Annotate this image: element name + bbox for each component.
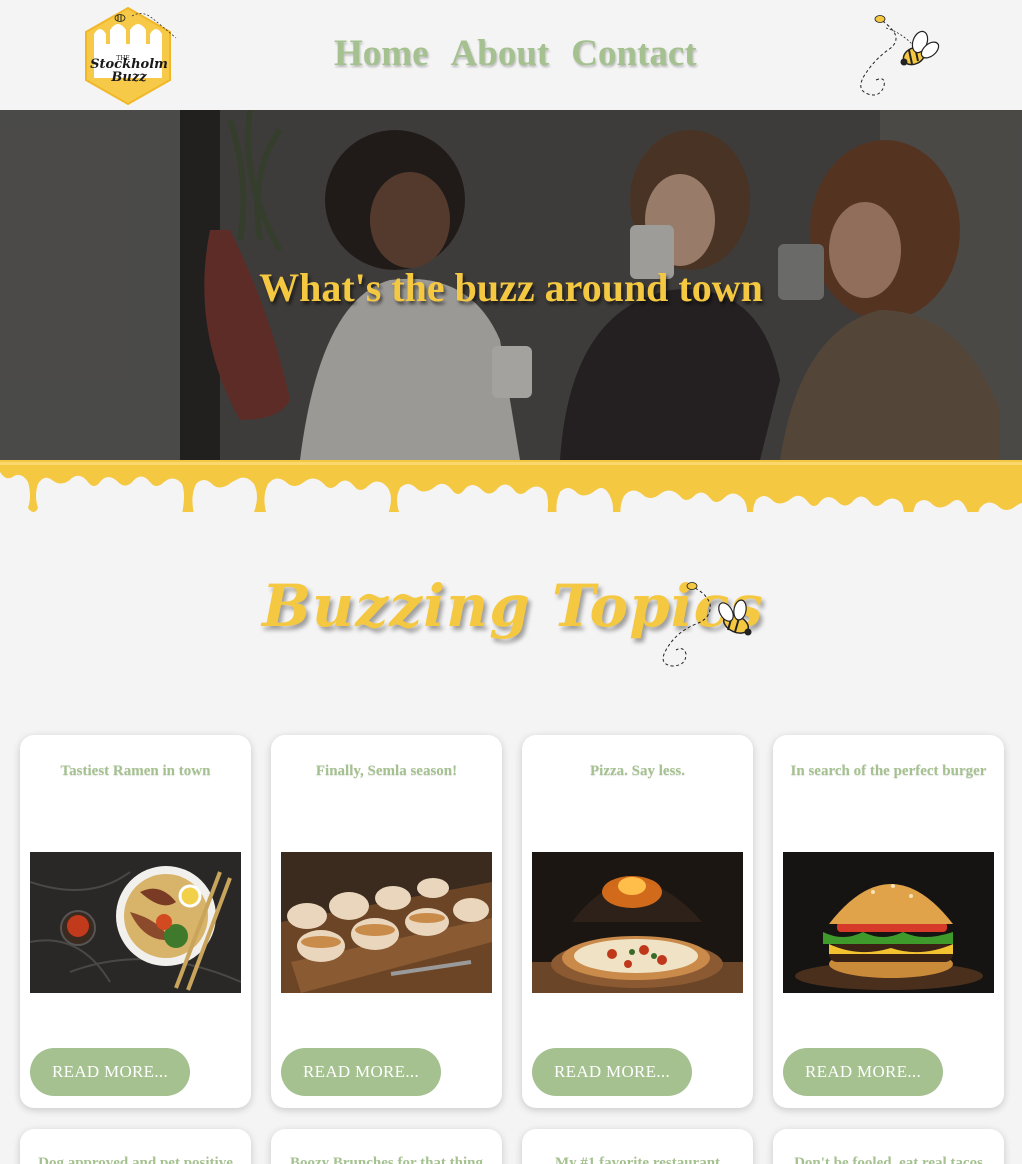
card-title: Boozy Brunches for that thing [289, 1155, 484, 1164]
read-more-button[interactable]: READ MORE... [783, 1048, 943, 1096]
main-nav: Home About Contact [334, 32, 697, 75]
logo-line-2: Buzz [111, 70, 147, 85]
hero-banner: What's the buzz around town [0, 110, 1022, 460]
topic-card: Tastiest Ramen in town READ MORE... [20, 735, 251, 1108]
read-more-button[interactable]: READ MORE... [532, 1048, 692, 1096]
topic-card: Dog approved and pet positive [20, 1129, 251, 1164]
card-title: Tastiest Ramen in town [60, 763, 211, 779]
topic-card: Don't be fooled, eat real tacos [773, 1129, 1004, 1164]
site-header: THE Stockholm Buzz Home About Contact [0, 0, 1022, 110]
card-title: In search of the perfect burger [790, 763, 987, 779]
flying-bee-icon [860, 15, 940, 96]
topic-card: My #1 favorite restaurant [522, 1129, 753, 1164]
flying-bee-icon [662, 582, 752, 667]
pizza-image [532, 852, 743, 993]
card-title: Dog approved and pet positive [38, 1155, 233, 1164]
topic-card: Boozy Brunches for that thing [271, 1129, 502, 1164]
ramen-image [30, 852, 241, 993]
semla-image [281, 852, 492, 993]
read-more-button[interactable]: READ MORE... [30, 1048, 190, 1096]
card-title: Pizza. Say less. [590, 763, 685, 779]
card-title: Finally, Semla season! [315, 763, 458, 779]
card-title: Don't be fooled, eat real tacos [794, 1155, 983, 1164]
topic-card: Finally, Semla season! READ MORE... [271, 735, 502, 1108]
honey-drip-divider [0, 460, 1022, 512]
nav-contact[interactable]: Contact [571, 32, 696, 75]
logo-text: Stockholm Buzz [84, 58, 174, 84]
burger-image [783, 852, 994, 993]
nav-home[interactable]: Home [334, 32, 429, 75]
topic-card: In search of the perfect burger READ MOR… [773, 735, 1004, 1108]
nav-about[interactable]: About [451, 32, 550, 75]
stockholm-buzz-logo[interactable]: THE Stockholm Buzz [80, 4, 180, 106]
card-title: My #1 favorite restaurant [554, 1155, 721, 1164]
read-more-button[interactable]: READ MORE... [281, 1048, 441, 1096]
hero-title: What's the buzz around town [259, 265, 763, 310]
topic-card: Pizza. Say less. READ MORE... [522, 735, 753, 1108]
